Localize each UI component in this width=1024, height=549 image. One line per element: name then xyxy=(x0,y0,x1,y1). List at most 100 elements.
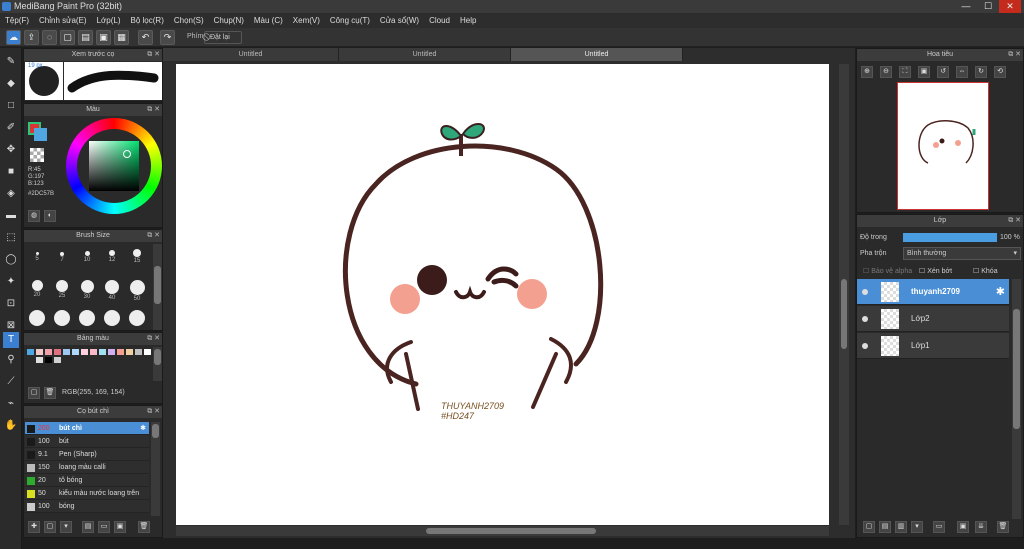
color-wheel-icon[interactable]: ◐ xyxy=(44,210,56,222)
reset-view-icon[interactable]: ⟲ xyxy=(994,66,1006,78)
palette-scrollbar[interactable] xyxy=(153,347,162,381)
palette-icon[interactable]: ◍ xyxy=(28,210,40,222)
actual-size-icon[interactable]: ▣ xyxy=(918,66,930,78)
layer-item[interactable]: Lớp1 xyxy=(857,333,1009,359)
cloud-icon[interactable]: ☁ xyxy=(6,30,21,45)
protect-alpha-checkbox[interactable]: ☐ Bảo vệ alpha xyxy=(863,267,912,275)
menu-cloud[interactable]: Cloud xyxy=(424,13,455,28)
pen-list-scrollbar[interactable] xyxy=(151,422,160,516)
maximize-button[interactable]: ☐ xyxy=(977,0,999,13)
merge-layer-icon[interactable]: ⇊ xyxy=(975,521,987,533)
brush-size-30[interactable]: 30 xyxy=(75,277,99,300)
palette-swatch[interactable] xyxy=(45,349,52,355)
palette-swatch[interactable] xyxy=(63,349,70,355)
canvas-horizontal-scrollbar[interactable] xyxy=(176,526,829,536)
menu-filter[interactable]: Bộ lọc(R) xyxy=(126,13,169,28)
reset-snap-button[interactable]: ⃠ Đặt lại xyxy=(204,31,242,44)
color-picker-handle[interactable] xyxy=(123,150,131,158)
hand-icon[interactable]: ✋ xyxy=(3,418,19,434)
copy-pen-icon[interactable]: ▢ xyxy=(44,521,56,533)
menu-help[interactable]: Help xyxy=(455,13,481,28)
save-icon[interactable]: ▣ xyxy=(96,30,111,45)
clipping-checkbox[interactable]: ☐ Xén bớt xyxy=(919,267,952,275)
blend-mode-select[interactable]: Bình thường ▾ xyxy=(903,247,1021,260)
brush-size-200[interactable] xyxy=(104,310,120,326)
lock-checkbox[interactable]: ☐ Khóa xyxy=(973,267,998,275)
brush-size-7[interactable]: 7 xyxy=(50,244,74,265)
brush-size-10[interactable]: 10 xyxy=(75,244,99,265)
new-file-icon[interactable]: ▢ xyxy=(60,30,75,45)
eyedropper-icon[interactable]: ⌁ xyxy=(3,396,19,412)
panel-close-icon[interactable]: ⧉ ✕ xyxy=(147,333,160,345)
palette-swatch[interactable] xyxy=(99,349,106,355)
panel-close-icon[interactable]: ⧉ ✕ xyxy=(1008,215,1021,227)
palette-swatch[interactable] xyxy=(54,357,61,363)
layer-type-menu-icon[interactable]: ▾ xyxy=(911,521,923,533)
menu-tools[interactable]: Công cụ(T) xyxy=(325,13,375,28)
saturation-square[interactable] xyxy=(89,141,139,191)
operation-icon[interactable]: ⚲ xyxy=(3,352,19,368)
pen-item[interactable]: 200 bút chì ✱ xyxy=(25,422,149,435)
move-icon[interactable]: ✥ xyxy=(3,142,19,158)
upload-icon[interactable]: ⇪ xyxy=(24,30,39,45)
folder-icon[interactable]: ▭ xyxy=(98,521,110,533)
eye-icon[interactable] xyxy=(862,316,868,322)
layer-scrollbar[interactable] xyxy=(1012,279,1021,519)
opacity-slider[interactable] xyxy=(903,233,997,242)
tab-untitled-3[interactable]: Untitled xyxy=(511,48,683,61)
brush-size-100[interactable] xyxy=(54,310,70,326)
palette-swatch[interactable] xyxy=(54,349,61,355)
gear-icon[interactable]: ✱ xyxy=(996,285,1005,298)
redo-icon[interactable]: ↷ xyxy=(160,30,175,45)
duplicate-icon[interactable]: ▣ xyxy=(114,521,126,533)
canvas-vertical-scrollbar[interactable] xyxy=(839,64,849,525)
magic-wand-icon[interactable]: ✦ xyxy=(3,274,19,290)
add-pen-icon[interactable]: ✚ xyxy=(28,521,40,533)
fill-bucket-icon[interactable]: ◈ xyxy=(3,186,19,202)
brush-size-25[interactable]: 25 xyxy=(50,277,74,299)
pen-item[interactable]: 100 bóng xyxy=(25,500,149,513)
tab-untitled-2[interactable]: Untitled xyxy=(339,48,511,61)
navigator-preview[interactable] xyxy=(897,82,989,210)
palette-swatch[interactable] xyxy=(36,349,43,355)
new-layer-icon[interactable]: ▢ xyxy=(863,521,875,533)
palette-swatch[interactable] xyxy=(126,349,133,355)
gear-icon[interactable]: ✱ xyxy=(140,422,146,435)
select-rect-icon[interactable]: ⬚ xyxy=(3,230,19,246)
zoom-out-icon[interactable]: ⊖ xyxy=(880,66,892,78)
panel-close-icon[interactable]: ⧉ ✕ xyxy=(147,406,160,418)
tab-untitled-1[interactable]: Untitled xyxy=(163,48,339,61)
palette-swatch[interactable] xyxy=(135,349,142,355)
import-pen-icon[interactable]: ▤ xyxy=(82,521,94,533)
menu-file[interactable]: Tệp(F) xyxy=(0,13,34,28)
text-icon[interactable]: T xyxy=(3,332,19,348)
palette-swatch[interactable] xyxy=(27,349,34,355)
layer-item[interactable]: Lớp2 xyxy=(857,306,1009,332)
grid-icon[interactable]: ▦ xyxy=(114,30,129,45)
pen-item[interactable]: 100 bút xyxy=(25,435,149,448)
undo-icon[interactable]: ↶ xyxy=(138,30,153,45)
pen-item[interactable]: 9.1 Pen (Sharp) xyxy=(25,448,149,461)
blur-icon[interactable]: ✐ xyxy=(3,120,19,136)
panel-close-icon[interactable]: ⧉ ✕ xyxy=(1008,49,1021,61)
eye-icon[interactable] xyxy=(862,289,868,295)
brush-size-70[interactable] xyxy=(29,310,45,326)
menu-window[interactable]: Cửa sổ(W) xyxy=(375,13,424,28)
fit-screen-icon[interactable]: ⛶ xyxy=(899,66,911,78)
minimize-button[interactable]: — xyxy=(955,0,977,13)
delete-pen-icon[interactable]: 🗑 xyxy=(138,521,150,533)
palette-swatch[interactable] xyxy=(72,349,79,355)
delete-layer-icon[interactable]: 🗑 xyxy=(997,521,1009,533)
palette-swatch[interactable] xyxy=(36,357,43,363)
dot-tool-icon[interactable]: □ xyxy=(3,98,19,114)
brush-size-12[interactable]: 12 xyxy=(100,244,124,265)
menu-layer[interactable]: Lớp(L) xyxy=(92,13,126,28)
pen-item[interactable]: 20 tô bóng xyxy=(25,474,149,487)
layer-item[interactable]: thuyanh2709 ✱ xyxy=(857,279,1009,305)
menu-select[interactable]: Chọn(S) xyxy=(169,13,209,28)
duplicate-layer-icon[interactable]: ▣ xyxy=(957,521,969,533)
menu-view[interactable]: Xem(V) xyxy=(288,13,325,28)
brush-size-40[interactable]: 40 xyxy=(100,277,124,301)
gradient-icon[interactable]: ▬ xyxy=(3,208,19,224)
comment-icon[interactable]: ◌ xyxy=(42,30,57,45)
